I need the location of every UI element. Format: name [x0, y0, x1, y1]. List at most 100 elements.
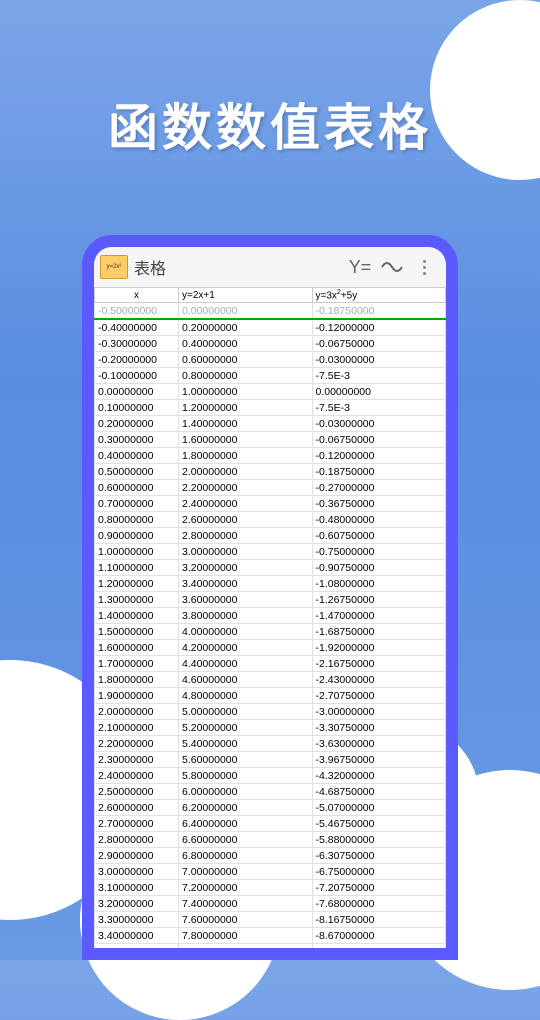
table-cell: -3.96750000 — [312, 752, 446, 768]
table-row[interactable]: 0.300000001.60000000-0.06750000 — [95, 432, 446, 448]
table-cell: 1.80000000 — [95, 672, 179, 688]
table-row[interactable]: 0.800000002.60000000-0.48000000 — [95, 512, 446, 528]
table-cell: -1.47000000 — [312, 608, 446, 624]
table-row[interactable]: -0.100000000.80000000-7.5E-3 — [95, 368, 446, 384]
table-row[interactable]: 1.300000003.60000000-1.26750000 — [95, 592, 446, 608]
y-equals-button[interactable]: Y= — [344, 251, 376, 283]
table-row[interactable]: 2.000000005.00000000-3.00000000 — [95, 704, 446, 720]
table-row[interactable]: 1.200000003.40000000-1.08000000 — [95, 576, 446, 592]
table-cell: 2.10000000 — [95, 720, 179, 736]
table-row[interactable]: 2.700000006.40000000-5.46750000 — [95, 816, 446, 832]
table-row[interactable]: 3.200000007.40000000-7.68000000 — [95, 896, 446, 912]
table-cell: 0.60000000 — [95, 480, 179, 496]
overflow-menu-button[interactable] — [408, 251, 440, 283]
table-cell: -4.68750000 — [312, 784, 446, 800]
table-cell: 4.20000000 — [179, 640, 313, 656]
table-cell: 6.40000000 — [179, 816, 313, 832]
table-cell: 0.20000000 — [179, 319, 313, 336]
table-row[interactable]: 2.400000005.80000000-4.32000000 — [95, 768, 446, 784]
table-row[interactable]: 1.900000004.80000000-2.70750000 — [95, 688, 446, 704]
table-container[interactable]: x y=2x+1 y=3x2+5y -0.500000000.00000000-… — [94, 287, 446, 948]
table-row[interactable]: 1.500000004.00000000-1.68750000 — [95, 624, 446, 640]
table-row[interactable]: -0.500000000.00000000-0.18750000 — [95, 303, 446, 320]
table-cell: 3.30000000 — [95, 912, 179, 928]
table-row[interactable]: -0.300000000.40000000-0.06750000 — [95, 336, 446, 352]
table-cell: 1.60000000 — [179, 432, 313, 448]
toolbar: y=2x² 表格 Y= — [94, 247, 446, 287]
table-row[interactable]: 0.400000001.80000000-0.12000000 — [95, 448, 446, 464]
table-cell: 2.30000000 — [95, 752, 179, 768]
table-row[interactable]: 2.600000006.20000000-5.07000000 — [95, 800, 446, 816]
table-cell: -2.16750000 — [312, 656, 446, 672]
table-cell: 2.20000000 — [95, 736, 179, 752]
table-row[interactable]: 1.600000004.20000000-1.92000000 — [95, 640, 446, 656]
table-row[interactable]: 2.800000006.60000000-5.88000000 — [95, 832, 446, 848]
table-cell: -0.10000000 — [95, 368, 179, 384]
table-row[interactable]: 0.500000002.00000000-0.18750000 — [95, 464, 446, 480]
table-cell: -7.68000000 — [312, 896, 446, 912]
table-row[interactable]: -0.400000000.20000000-0.12000000 — [95, 319, 446, 336]
table-cell: -3.00000000 — [312, 704, 446, 720]
table-cell: 2.90000000 — [95, 848, 179, 864]
table-cell: 7.00000000 — [179, 864, 313, 880]
table-cell: 6.60000000 — [179, 832, 313, 848]
table-cell: -1.08000000 — [312, 576, 446, 592]
table-row[interactable]: 0.600000002.20000000-0.27000000 — [95, 480, 446, 496]
table-row[interactable]: 1.100000003.20000000-0.90750000 — [95, 560, 446, 576]
table-cell: 6.80000000 — [179, 848, 313, 864]
table-cell: 5.20000000 — [179, 720, 313, 736]
table-row[interactable]: 3.000000007.00000000-6.75000000 — [95, 864, 446, 880]
table-row[interactable]: 1.400000003.80000000-1.47000000 — [95, 608, 446, 624]
table-row[interactable]: -0.200000000.60000000-0.03000000 — [95, 352, 446, 368]
table-cell: -1.26750000 — [312, 592, 446, 608]
table-cell: 0.20000000 — [95, 416, 179, 432]
table-cell: 1.70000000 — [95, 656, 179, 672]
table-cell: 2.80000000 — [179, 528, 313, 544]
table-row[interactable]: 2.200000005.40000000-3.63000000 — [95, 736, 446, 752]
table-cell: 0.40000000 — [95, 448, 179, 464]
table-cell: -0.90750000 — [312, 560, 446, 576]
table-row[interactable]: 0.200000001.40000000-0.03000000 — [95, 416, 446, 432]
table-row[interactable]: 3.500000008.00000000-9.18750000 — [95, 944, 446, 948]
table-cell: 4.80000000 — [179, 688, 313, 704]
column-header-y2[interactable]: y=3x2+5y — [312, 288, 446, 303]
table-row[interactable]: 3.100000007.20000000-7.20750000 — [95, 880, 446, 896]
table-row[interactable]: 3.400000007.80000000-8.67000000 — [95, 928, 446, 944]
table-cell: -7.20750000 — [312, 880, 446, 896]
table-cell: 2.50000000 — [95, 784, 179, 800]
app-icon[interactable]: y=2x² — [100, 255, 128, 279]
table-cell: 0.30000000 — [95, 432, 179, 448]
table-cell: 0.60000000 — [179, 352, 313, 368]
table-row[interactable]: 0.700000002.40000000-0.36750000 — [95, 496, 446, 512]
table-cell: 1.90000000 — [95, 688, 179, 704]
table-cell: -6.75000000 — [312, 864, 446, 880]
table-cell: -3.30750000 — [312, 720, 446, 736]
table-row[interactable]: 0.100000001.20000000-7.5E-3 — [95, 400, 446, 416]
column-header-x[interactable]: x — [95, 288, 179, 303]
toolbar-title: 表格 — [134, 255, 344, 279]
table-row[interactable]: 1.700000004.40000000-2.16750000 — [95, 656, 446, 672]
table-cell: 0.00000000 — [179, 303, 313, 320]
table-row[interactable]: 2.300000005.60000000-3.96750000 — [95, 752, 446, 768]
table-cell: 1.20000000 — [95, 576, 179, 592]
table-row[interactable]: 2.500000006.00000000-4.68750000 — [95, 784, 446, 800]
table-row[interactable]: 0.000000001.000000000.00000000 — [95, 384, 446, 400]
table-row[interactable]: 2.900000006.80000000-6.30750000 — [95, 848, 446, 864]
table-row[interactable]: 0.900000002.80000000-0.60750000 — [95, 528, 446, 544]
table-cell: -5.07000000 — [312, 800, 446, 816]
table-cell: -5.88000000 — [312, 832, 446, 848]
table-cell: 0.40000000 — [179, 336, 313, 352]
column-header-y1[interactable]: y=2x+1 — [179, 288, 313, 303]
table-cell: 3.20000000 — [95, 896, 179, 912]
table-row[interactable]: 3.300000007.60000000-8.16750000 — [95, 912, 446, 928]
table-cell: 1.60000000 — [95, 640, 179, 656]
table-row[interactable]: 2.100000005.20000000-3.30750000 — [95, 720, 446, 736]
wave-icon[interactable] — [376, 251, 408, 283]
table-row[interactable]: 1.800000004.60000000-2.43000000 — [95, 672, 446, 688]
table-cell: -0.36750000 — [312, 496, 446, 512]
table-cell: 3.00000000 — [95, 864, 179, 880]
table-cell: -8.16750000 — [312, 912, 446, 928]
table-cell: -0.06750000 — [312, 336, 446, 352]
table-row[interactable]: 1.000000003.00000000-0.75000000 — [95, 544, 446, 560]
table-cell: 2.00000000 — [95, 704, 179, 720]
